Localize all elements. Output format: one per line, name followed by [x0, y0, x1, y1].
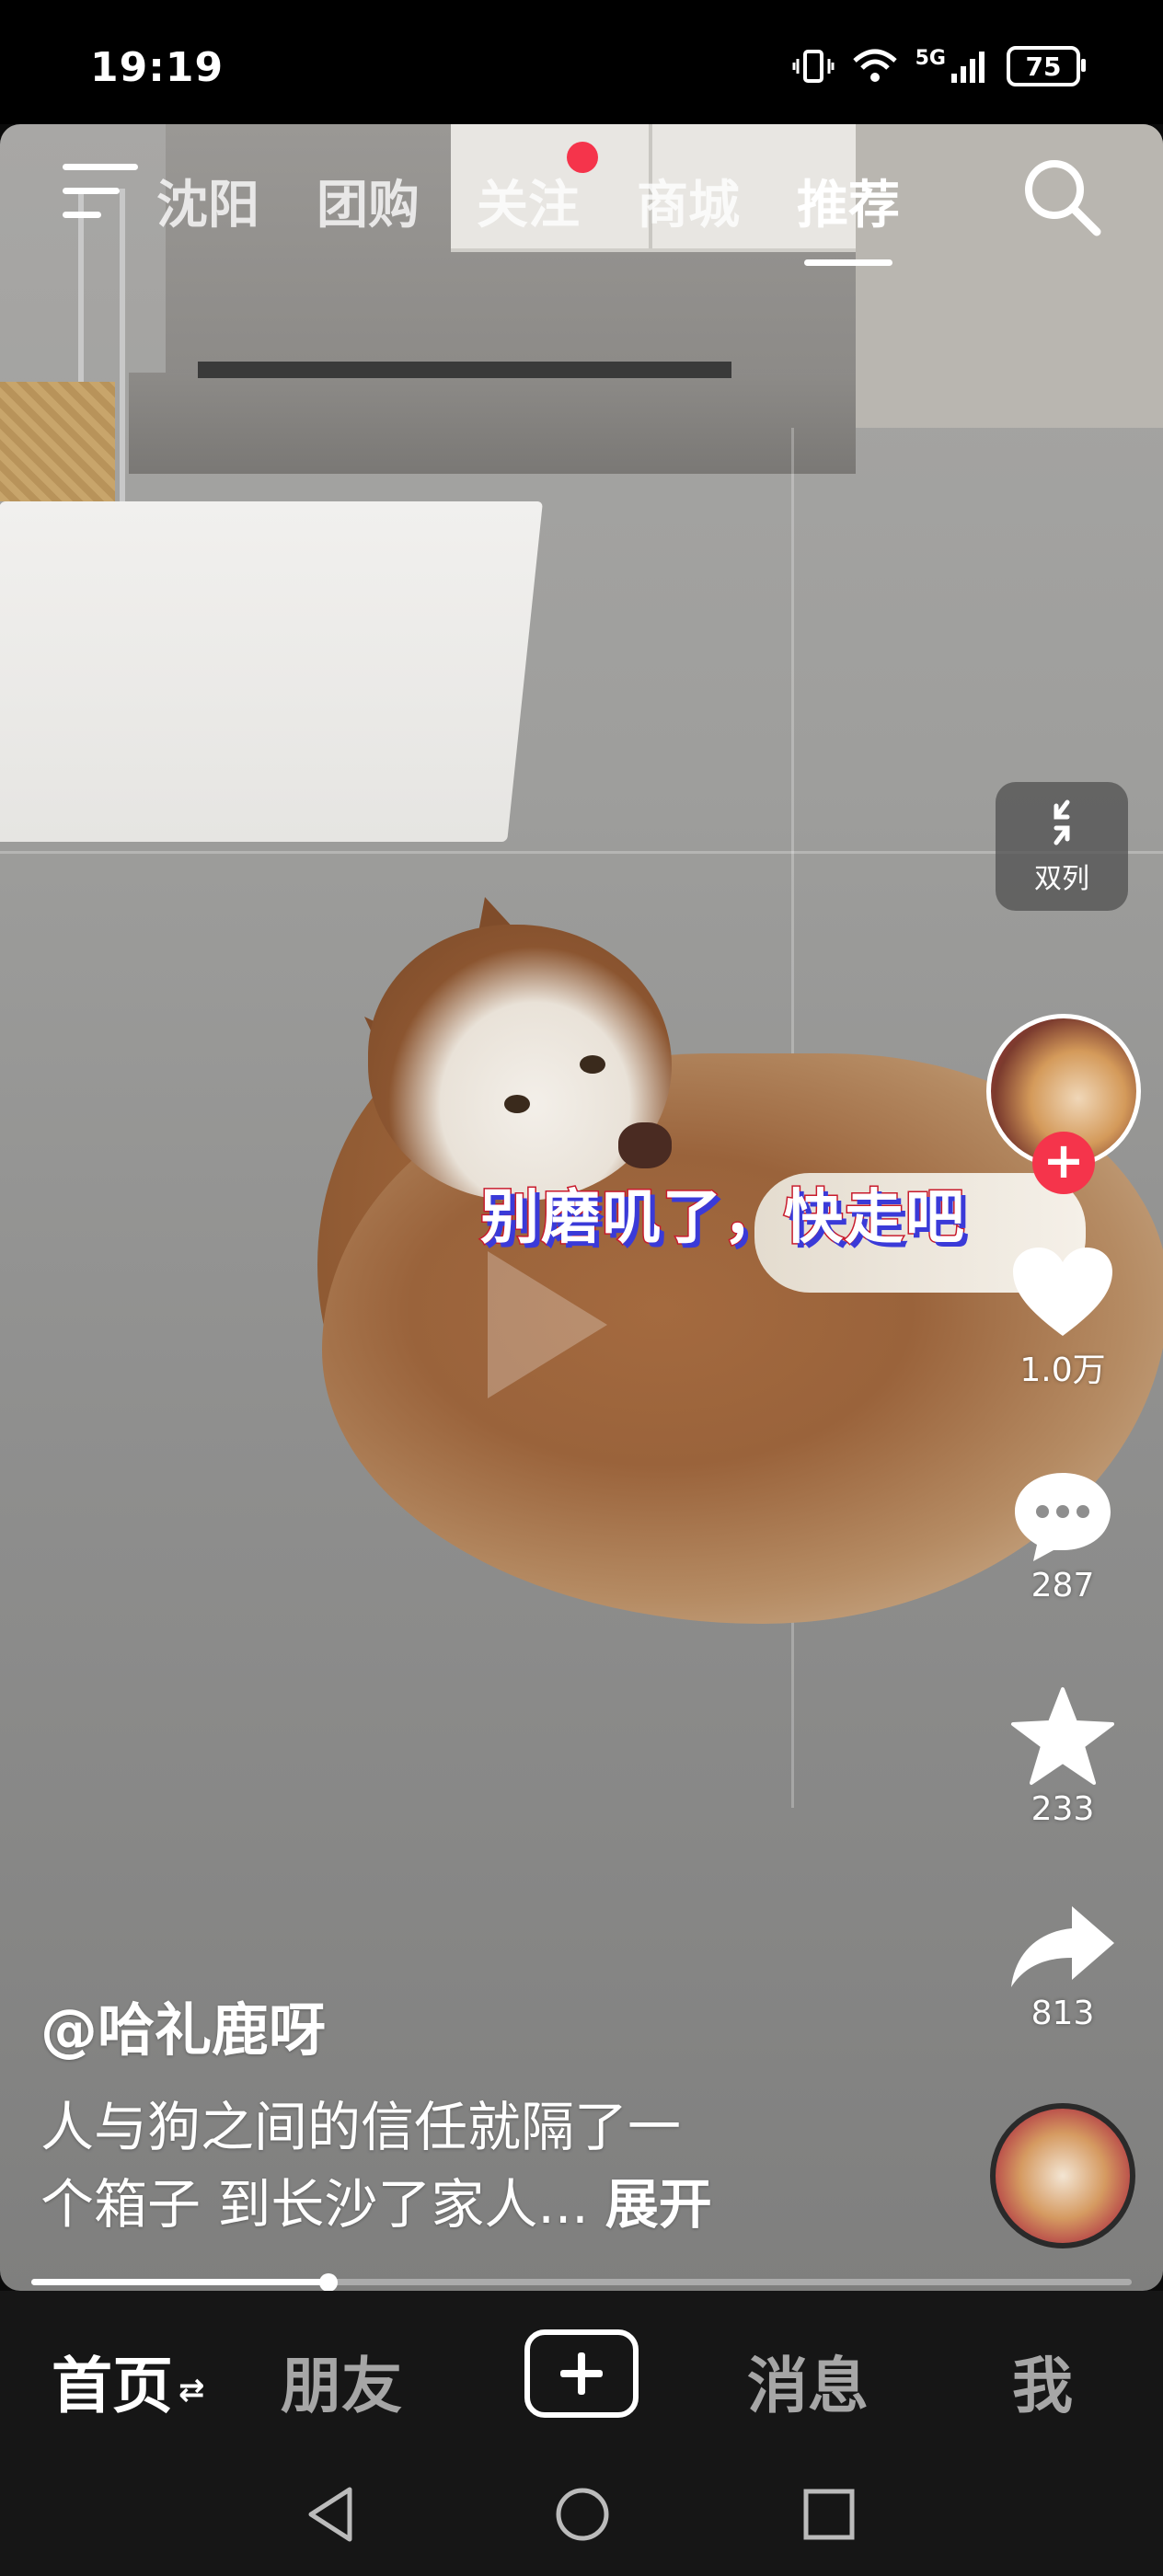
notification-dot [567, 142, 598, 173]
tab-city[interactable]: 沈阳 [156, 164, 259, 238]
system-nav-bar [0, 2456, 1163, 2576]
description-line: 个箱子 到长沙了家人... [40, 2173, 589, 2236]
signal-icon [951, 52, 985, 83]
video-caption: 别磨叽了，快走吧 [479, 1183, 966, 1254]
wifi-icon [852, 49, 897, 82]
like-count: 1.0万 [1019, 1351, 1106, 1389]
like-action[interactable]: 1.0万 [985, 1244, 1141, 1391]
nav-friends[interactable]: 朋友 [281, 2337, 402, 2425]
follow-button[interactable]: + [1032, 1132, 1095, 1194]
battery-level: 75 [1025, 51, 1062, 82]
star-icon [1011, 1687, 1114, 1785]
back-icon[interactable] [304, 2484, 359, 2545]
video-description: 人与狗之间的信任就隔了一 个箱子 到长沙了家人... 展开 [40, 2088, 961, 2243]
tab-following-label: 关注 [477, 176, 580, 236]
collapse-arrows-icon [1054, 799, 1070, 845]
play-icon [488, 1251, 607, 1398]
scene-step-edge [198, 362, 731, 378]
nav-me[interactable]: 我 [1012, 2337, 1073, 2425]
dog-nose [618, 1122, 672, 1168]
status-time: 19:19 [90, 44, 225, 91]
video-progress-bar[interactable] [31, 2273, 1132, 2292]
comment-action[interactable]: 287 [985, 1467, 1141, 1604]
tab-following[interactable]: 关注 [477, 142, 598, 238]
description-line: 人与狗之间的信任就隔了一 [40, 2096, 682, 2158]
swap-arrows-icon: ⇄ [178, 2371, 205, 2409]
search-icon[interactable] [1019, 155, 1102, 237]
scene-wall-right [856, 124, 1163, 428]
create-button[interactable] [524, 2329, 639, 2418]
battery-indicator: 75 [1007, 46, 1086, 86]
progress-fill [31, 2279, 328, 2285]
favorite-action[interactable]: 233 [985, 1685, 1141, 1828]
tab-recommend[interactable]: 推荐 [797, 164, 900, 266]
tab-group-buy[interactable]: 团购 [317, 164, 420, 238]
share-icon [1011, 1906, 1114, 1987]
top-tabs: 沈阳 团购 关注 商城 推荐 [156, 142, 900, 266]
nav-messages[interactable]: 消息 [747, 2337, 869, 2425]
scene-rug [0, 501, 543, 842]
author-name[interactable]: @哈礼鹿呀 [40, 1984, 326, 2066]
status-icons: 5G 75 [792, 46, 1086, 86]
tab-mall[interactable]: 商城 [637, 164, 740, 238]
scene-step [129, 373, 856, 474]
home-icon[interactable] [552, 2484, 613, 2545]
menu-icon[interactable] [63, 164, 138, 221]
nav-home[interactable]: 首页 ⇄ [52, 2337, 205, 2425]
floor-line [0, 851, 1163, 854]
share-action[interactable]: 813 [985, 1903, 1141, 2032]
dual-column-button[interactable]: 双列 [996, 782, 1128, 911]
bottom-nav: 首页 ⇄ 朋友 消息 我 [0, 2291, 1163, 2456]
expand-button[interactable]: 展开 [605, 2173, 712, 2236]
dog-eye [504, 1095, 530, 1113]
nav-home-label: 首页 [52, 2351, 173, 2421]
comment-icon [1015, 1473, 1111, 1561]
status-bar: 19:19 5G 75 [0, 0, 1163, 124]
music-disc[interactable] [990, 2103, 1135, 2248]
recents-icon[interactable] [800, 2486, 858, 2543]
vibrate-icon [792, 50, 835, 83]
network-type: 5G [915, 46, 946, 70]
dual-column-label: 双列 [1034, 863, 1089, 895]
share-count: 813 [1031, 1995, 1095, 2032]
comment-count: 287 [1031, 1567, 1095, 1604]
heart-icon [1013, 1248, 1112, 1336]
favorite-count: 233 [1031, 1790, 1095, 1828]
progress-knob[interactable] [318, 2273, 338, 2292]
dog-eye [580, 1055, 605, 1074]
